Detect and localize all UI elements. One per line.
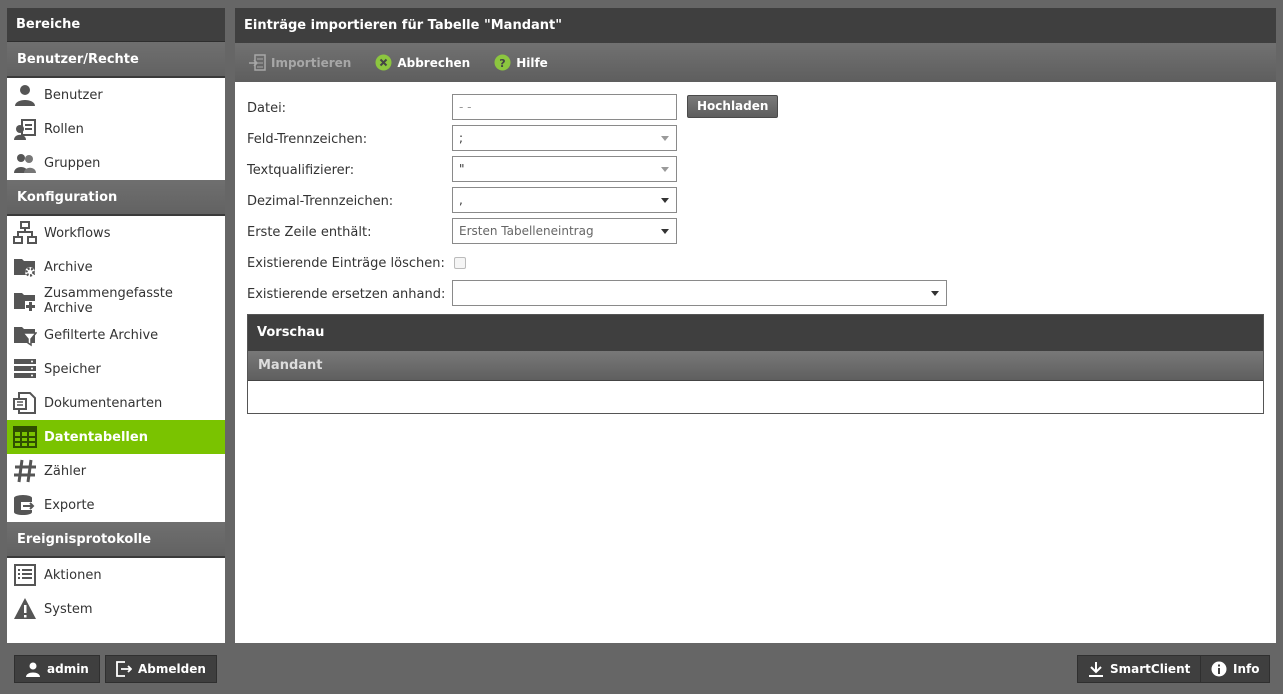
storage-icon [13, 357, 37, 381]
import-icon [249, 54, 266, 71]
sidebar-item-system[interactable]: System [7, 592, 225, 626]
download-icon [1088, 661, 1104, 677]
file-input[interactable]: - - [452, 94, 677, 120]
replace-by-label: Existierende ersetzen anhand: [247, 287, 446, 302]
info-label: Info [1233, 662, 1260, 676]
sidebar-title: Bereiche [7, 8, 225, 42]
sidebar-item-rollen[interactable]: Rollen [7, 112, 225, 146]
sidebar-item-label: Datentabellen [44, 429, 148, 445]
sidebar-item-gefilterte-archive[interactable]: Gefilterte Archive [7, 318, 225, 352]
sidebar-item-label: Workflows [44, 225, 111, 241]
smartclient-button[interactable]: SmartClient [1077, 655, 1202, 683]
sidebar-item-benutzer[interactable]: Benutzer [7, 78, 225, 112]
sidebar: Bereiche Benutzer/Rechte Benutzer Rollen… [7, 8, 225, 643]
cancel-icon [375, 54, 392, 71]
sidebar-section-ereignisprotokolle[interactable]: Ereignisprotokolle [7, 522, 225, 558]
user-icon [25, 661, 41, 677]
archive-folder-icon [13, 255, 37, 279]
combined-archive-icon [13, 289, 37, 313]
text-qualifier-label: Textqualifizierer: [247, 163, 355, 178]
field-separator-select[interactable]: ; [452, 125, 677, 151]
sidebar-item-label: Zähler [44, 463, 87, 479]
cancel-button[interactable]: Abbrechen [375, 54, 470, 71]
sidebar-item-label: Aktionen [44, 567, 102, 583]
first-row-label: Erste Zeile enthält: [247, 225, 372, 240]
text-qualifier-select[interactable]: " [452, 156, 677, 182]
upload-button[interactable]: Hochladen [687, 95, 779, 118]
user-label: admin [47, 662, 89, 676]
decimal-separator-select[interactable]: , [452, 187, 677, 213]
cancel-label: Abbrechen [397, 55, 471, 70]
field-separator-label: Feld-Trennzeichen: [247, 132, 368, 147]
svg-text:?: ? [499, 57, 505, 70]
delete-existing-label: Existierende Einträge löschen: [247, 256, 445, 271]
sidebar-item-zaehler[interactable]: Zähler [7, 454, 225, 488]
actions-log-icon [13, 563, 37, 587]
decimal-separator-value: , [459, 193, 463, 207]
sidebar-item-archive[interactable]: Archive [7, 250, 225, 284]
toolbar: Importieren Abbrechen ? Hilfe [235, 43, 1276, 82]
import-button[interactable]: Importieren [249, 54, 351, 71]
workflow-icon [13, 221, 37, 245]
sidebar-item-speicher[interactable]: Speicher [7, 352, 225, 386]
sidebar-item-gruppen[interactable]: Gruppen [7, 146, 225, 180]
info-icon [1211, 661, 1227, 677]
document-types-icon [13, 391, 37, 415]
sidebar-item-label: Gefilterte Archive [44, 327, 159, 343]
info-button[interactable]: Info [1200, 655, 1271, 683]
sidebar-item-label: Rollen [44, 121, 84, 137]
user-icon [13, 83, 37, 107]
logout-icon [116, 661, 132, 677]
text-qualifier-value: " [459, 162, 465, 176]
main-panel: Einträge importieren für Tabelle "Mandan… [235, 8, 1276, 643]
replace-by-select[interactable] [452, 280, 947, 306]
import-label: Importieren [271, 55, 352, 70]
help-icon: ? [494, 54, 511, 71]
sidebar-item-datentabellen[interactable]: Datentabellen [7, 420, 225, 454]
chevron-down-icon [661, 167, 669, 172]
logout-button[interactable]: Abmelden [105, 655, 217, 683]
warning-icon [13, 597, 37, 621]
sidebar-section-konfiguration[interactable]: Konfiguration [7, 180, 225, 216]
sidebar-section-benutzer-rechte[interactable]: Benutzer/Rechte [7, 42, 225, 78]
sidebar-item-exporte[interactable]: Exporte [7, 488, 225, 522]
smartclient-label: SmartClient [1110, 662, 1191, 676]
logout-label: Abmelden [138, 662, 206, 676]
file-label: Datei: [247, 101, 287, 116]
first-row-value: Ersten Tabelleneintrag [459, 224, 594, 238]
sidebar-item-label: Dokumentenarten [44, 395, 163, 411]
first-row-select[interactable]: Ersten Tabelleneintrag [452, 218, 677, 244]
sidebar-item-label: Zusammengefasste Archive [44, 286, 173, 316]
data-table-icon [13, 425, 37, 449]
sidebar-item-label: Exporte [44, 497, 95, 513]
sidebar-item-zusammengefasste-archive[interactable]: Zusammengefasste Archive [7, 284, 225, 318]
preview-column-header[interactable]: Mandant [248, 351, 1263, 381]
field-separator-value: ; [459, 131, 464, 145]
preview-panel: Vorschau Mandant [247, 314, 1264, 414]
chevron-down-icon [661, 198, 669, 203]
sidebar-item-label: Speicher [44, 361, 101, 377]
decimal-separator-label: Dezimal-Trennzeichen: [247, 194, 394, 209]
sidebar-item-label: System [44, 601, 93, 617]
chevron-down-icon [661, 229, 669, 234]
hash-icon [13, 459, 37, 483]
export-icon [13, 493, 37, 517]
sidebar-item-workflows[interactable]: Workflows [7, 216, 225, 250]
sidebar-item-label: Gruppen [44, 155, 101, 171]
help-label: Hilfe [516, 55, 548, 70]
sidebar-item-label: Benutzer [44, 87, 103, 103]
chevron-down-icon [931, 291, 939, 296]
roles-icon [13, 117, 37, 141]
sidebar-item-label: Archive [44, 259, 93, 275]
user-button[interactable]: admin [14, 655, 100, 683]
filtered-archive-icon [13, 323, 37, 347]
group-icon [13, 151, 37, 175]
help-button[interactable]: ? Hilfe [494, 54, 548, 71]
delete-existing-checkbox[interactable] [454, 257, 466, 269]
sidebar-item-dokumentenarten[interactable]: Dokumentenarten [7, 386, 225, 420]
page-title: Einträge importieren für Tabelle "Mandan… [235, 8, 1276, 43]
chevron-down-icon [661, 136, 669, 141]
preview-title: Vorschau [248, 315, 1263, 351]
sidebar-item-aktionen[interactable]: Aktionen [7, 558, 225, 592]
